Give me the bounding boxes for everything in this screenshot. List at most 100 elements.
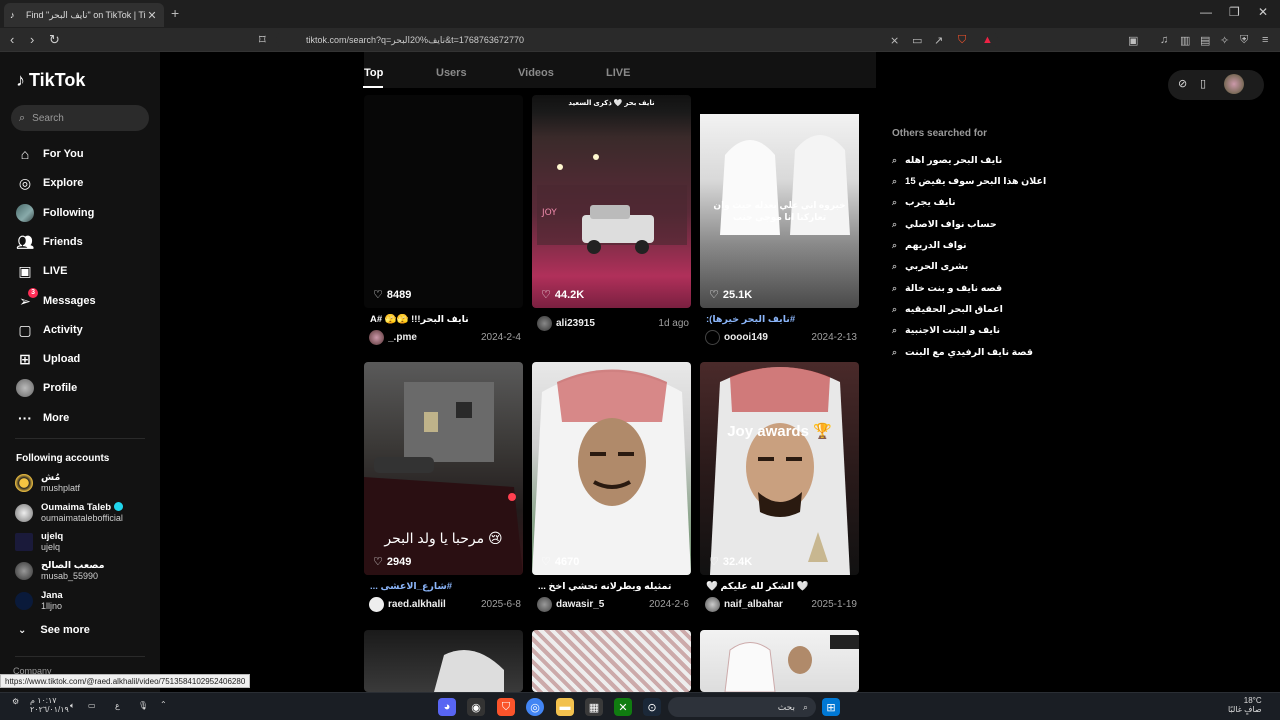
- share-icon[interactable]: ↗: [934, 34, 943, 47]
- tab-live[interactable]: LIVE: [606, 67, 630, 79]
- suggestion-item[interactable]: ⌕ بشرى الحربي: [892, 258, 968, 274]
- network-icon[interactable]: ▭: [88, 701, 96, 710]
- brave-icon[interactable]: ⛉: [497, 698, 515, 716]
- volume-icon[interactable]: 🔈︎: [70, 701, 75, 711]
- avatar: [15, 474, 33, 492]
- video-author[interactable]: naif_albahar: [724, 599, 811, 610]
- vpn-icon[interactable]: ⛨: [1240, 34, 1248, 47]
- video-caption[interactable]: تمثيله ويطرلانه تحشي اخخ ...: [538, 581, 688, 592]
- nav-upload[interactable]: ⊞ Upload: [15, 349, 80, 369]
- video-thumbnail[interactable]: ♡ 4670: [532, 362, 691, 575]
- obs-icon[interactable]: ◉: [467, 698, 485, 716]
- file-explorer-icon[interactable]: ▬: [556, 698, 574, 716]
- account-item[interactable]: ujelq ujelq: [15, 529, 63, 555]
- tab-users[interactable]: Users: [436, 67, 467, 79]
- windows-start-icon[interactable]: ⊞: [822, 698, 840, 716]
- video-author[interactable]: ali23915: [556, 318, 658, 329]
- reload-icon[interactable]: ↻: [49, 32, 60, 48]
- suggestion-item[interactable]: ⌕ نايف يجرب: [892, 194, 956, 210]
- nav-live[interactable]: ▣ LIVE: [15, 261, 67, 281]
- discord-icon[interactable]: ◕: [438, 698, 456, 716]
- video-thumbnail[interactable]: مرحبا يا ولد البحر 😢 ♡ 2949: [364, 362, 523, 575]
- device-icon[interactable]: ▯: [1200, 77, 1206, 90]
- nav-more[interactable]: ··· More: [15, 408, 69, 428]
- suggestion-item[interactable]: ⌕ قصة نايف الرفيدي مع البنت: [892, 344, 1033, 360]
- nav-profile[interactable]: Profile: [15, 378, 77, 398]
- video-caption[interactable]: 🤍 الشكر لله عليكم 🤍: [706, 581, 856, 592]
- suggestion-item[interactable]: ⌕ نواف الدريهم: [892, 237, 967, 253]
- maximize-icon[interactable]: ❐: [1229, 5, 1240, 19]
- microphone-icon[interactable]: 🎙︎: [138, 701, 148, 710]
- account-item[interactable]: Oumaima Taleb oumaimataleb​official: [15, 500, 124, 526]
- tiktok-logo[interactable]: ♪ TikTok: [16, 70, 85, 91]
- search-box[interactable]: ⌕: [11, 105, 149, 131]
- tab-videos[interactable]: Videos: [518, 67, 554, 79]
- video-caption[interactable]: #شارع_الاعشى ...: [370, 581, 520, 592]
- video-thumbnail[interactable]: [532, 630, 691, 692]
- coin-icon[interactable]: ⊘: [1178, 77, 1187, 90]
- steam-icon[interactable]: ⊙: [643, 698, 661, 716]
- video-caption[interactable]: نايف البحر!!! 🫣🫣 #A: [370, 314, 520, 325]
- nav-following[interactable]: Following: [15, 203, 94, 223]
- forward-icon[interactable]: ›: [30, 32, 34, 47]
- language-indicator[interactable]: ع: [115, 701, 120, 710]
- suggestion-item[interactable]: ⌕ قصه نايف و بنت خالة: [892, 280, 1002, 296]
- person-illustration: [710, 367, 850, 575]
- video-thumbnail[interactable]: ♡ 8489: [364, 95, 523, 308]
- menu-icon[interactable]: ≡: [1262, 34, 1268, 46]
- video-author[interactable]: dawasir_5: [556, 599, 649, 610]
- translate-icon[interactable]: ⨯: [890, 34, 899, 47]
- close-tab-icon[interactable]: ✕: [146, 9, 158, 22]
- video-thumbnail[interactable]: خبروه اني علي بعدله حيث وان تعاركنا انا …: [700, 95, 859, 308]
- brave-rewards-icon[interactable]: ▲: [982, 34, 993, 46]
- store-icon[interactable]: ▦: [585, 698, 603, 716]
- search-input[interactable]: [32, 112, 133, 124]
- back-icon[interactable]: ‹: [10, 32, 14, 47]
- close-window-icon[interactable]: ✕: [1258, 5, 1268, 19]
- video-caption[interactable]: #نايف البحر خيرها):: [706, 314, 856, 325]
- leo-icon[interactable]: ✧: [1220, 34, 1229, 47]
- cast-icon[interactable]: ▭: [912, 34, 922, 47]
- see-more-label: See more: [40, 624, 90, 636]
- new-tab-icon[interactable]: +: [171, 5, 179, 21]
- nav-activity[interactable]: ▢ Activity: [15, 320, 82, 340]
- video-thumbnail[interactable]: نايف بحر 🤍 ذكرى السعيد JOY ♡ 44.2K: [532, 95, 691, 308]
- settings-tray-icon[interactable]: ⚙: [12, 697, 19, 706]
- bookmark-icon[interactable]: ⌑: [259, 32, 266, 48]
- profile-avatar[interactable]: [1224, 74, 1244, 94]
- suggestion-item[interactable]: ⌕ اعلان هذا البحر سوف يفيض 15: [892, 173, 1046, 189]
- suggestion-item[interactable]: ⌕ نايف البحر يصور اهله: [892, 152, 1002, 168]
- chevron-up-icon[interactable]: ⌃: [160, 700, 167, 709]
- wallet-icon[interactable]: ▤: [1200, 34, 1210, 47]
- nav-for-you[interactable]: ⌂ For You: [15, 144, 84, 164]
- account-item[interactable]: مصعب الصالح musab_55990: [15, 558, 104, 584]
- suggestion-item[interactable]: ⌕ حساب نواف الاصلي: [892, 216, 997, 232]
- video-author[interactable]: ooooi149: [724, 332, 811, 343]
- video-author[interactable]: raed.alkhalil: [388, 599, 481, 610]
- video-thumbnail[interactable]: [364, 630, 523, 692]
- nav-explore[interactable]: ◎ Explore: [15, 173, 83, 193]
- weather-widget[interactable]: 18°C صافٍ غالبًا: [1228, 696, 1262, 714]
- chrome-icon[interactable]: ◎: [526, 698, 544, 716]
- media-icon[interactable]: ▣: [1128, 34, 1138, 47]
- video-author[interactable]: _.pme: [388, 332, 481, 343]
- browser-tab[interactable]: ♪ Find "نايف البحر" on TikTok | TikTo ✕: [4, 3, 164, 27]
- minimize-icon[interactable]: —: [1200, 5, 1212, 19]
- suggestion-item[interactable]: ⌕ اعماق البحر الحقيقيه: [892, 301, 1003, 317]
- video-thumbnail[interactable]: Joy awards 🏆 ♡ 32.4K: [700, 362, 859, 575]
- account-item[interactable]: مُش mushplatf: [15, 470, 80, 496]
- taskbar-search[interactable]: بحث ⌕: [668, 697, 816, 717]
- account-item[interactable]: Jana 1lljno: [15, 588, 63, 614]
- nav-friends[interactable]: 👥︎ Friends: [15, 232, 83, 252]
- xbox-icon[interactable]: ✕: [614, 698, 632, 716]
- nav-label: More: [43, 412, 70, 424]
- brave-shield-icon[interactable]: ⛉: [958, 34, 966, 47]
- sidebar-toggle-icon[interactable]: ▥: [1180, 34, 1190, 47]
- video-thumbnail[interactable]: [700, 630, 859, 692]
- music-icon[interactable]: ♫: [1160, 34, 1168, 46]
- suggestion-item[interactable]: ⌕ نايف و البنت الاجنبية: [892, 322, 1000, 338]
- nav-messages[interactable]: ➢ 3 Messages: [15, 288, 96, 311]
- tab-top[interactable]: Top: [364, 67, 383, 79]
- see-more-button[interactable]: ⌄ See more: [18, 624, 90, 636]
- video-date: 2024-2-4: [480, 331, 521, 343]
